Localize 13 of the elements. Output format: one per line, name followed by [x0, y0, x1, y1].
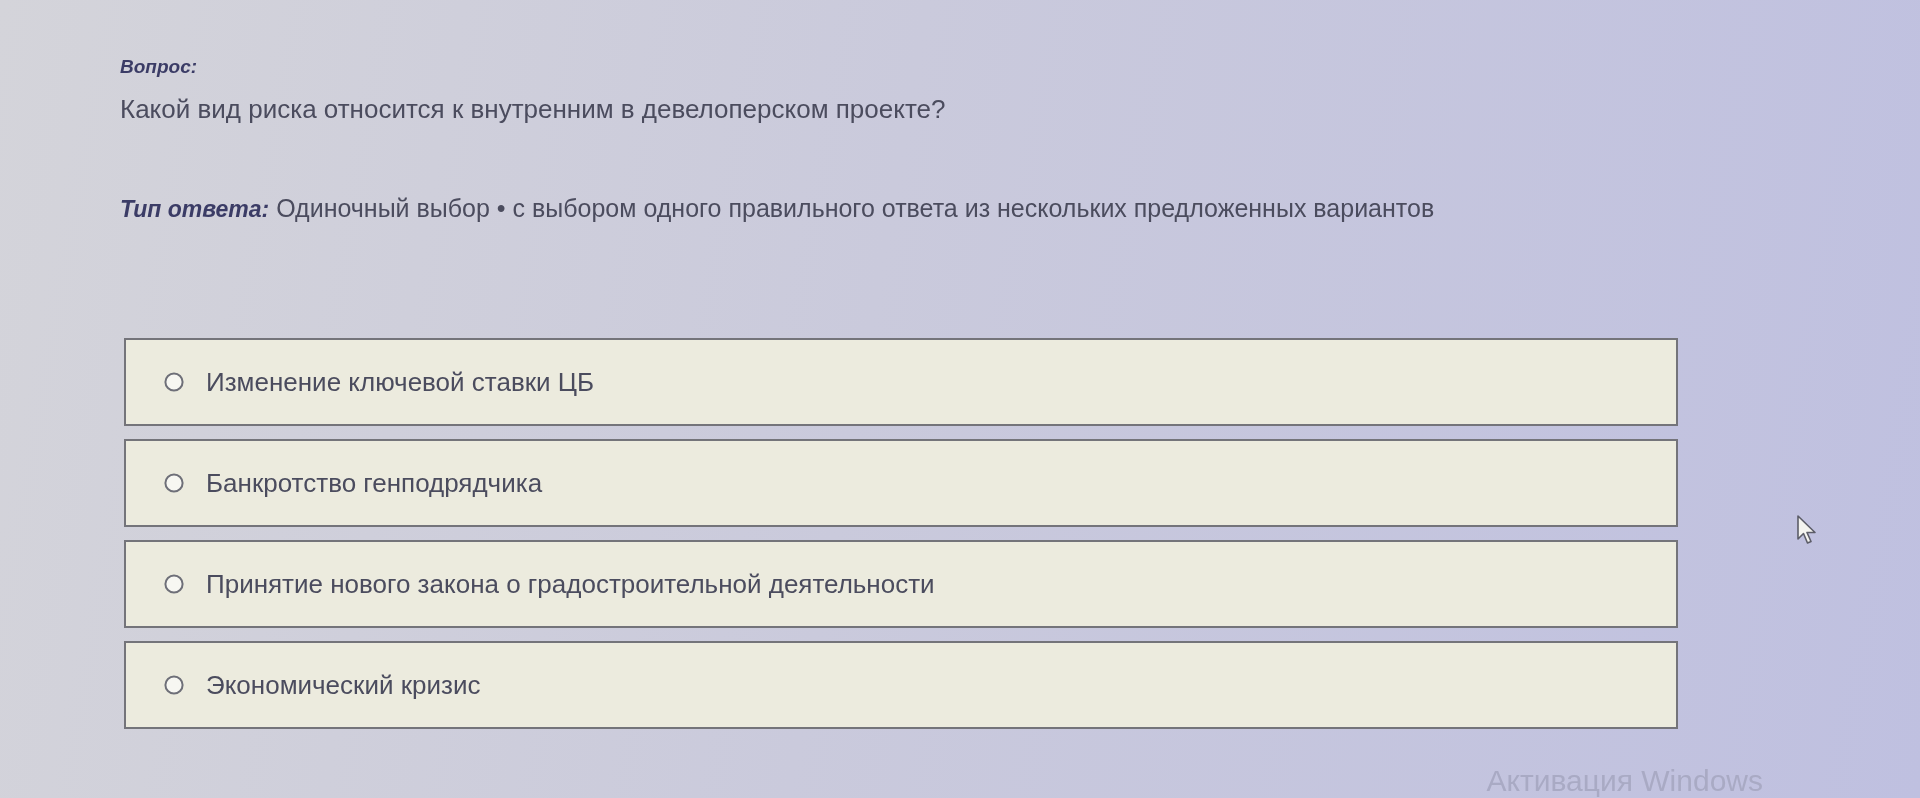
question-heading: Вопрос:: [120, 56, 198, 78]
radio-icon[interactable]: [164, 372, 184, 392]
answer-type-label: Тип ответа:: [120, 196, 270, 222]
question-text: Какой вид риска относится к внутренним в девелоперском проекте?: [120, 94, 946, 124]
answer-option[interactable]: Изменение ключевой ставки ЦБ: [124, 338, 1678, 426]
answer-type-value: Одиночный выбор • с выбором одного правильного ответа из нескольких предложенных вариантов: [276, 194, 1435, 222]
answer-option[interactable]: Экономический кризис: [124, 641, 1678, 729]
answer-option[interactable]: Банкротство генподрядчика: [124, 439, 1678, 527]
radio-icon[interactable]: [164, 675, 184, 695]
answer-option[interactable]: Принятие нового закона о градостроительной деятельности: [124, 540, 1678, 628]
radio-icon[interactable]: [164, 473, 184, 493]
mouse-cursor-icon: [1797, 515, 1817, 545]
radio-icon[interactable]: [164, 574, 184, 594]
